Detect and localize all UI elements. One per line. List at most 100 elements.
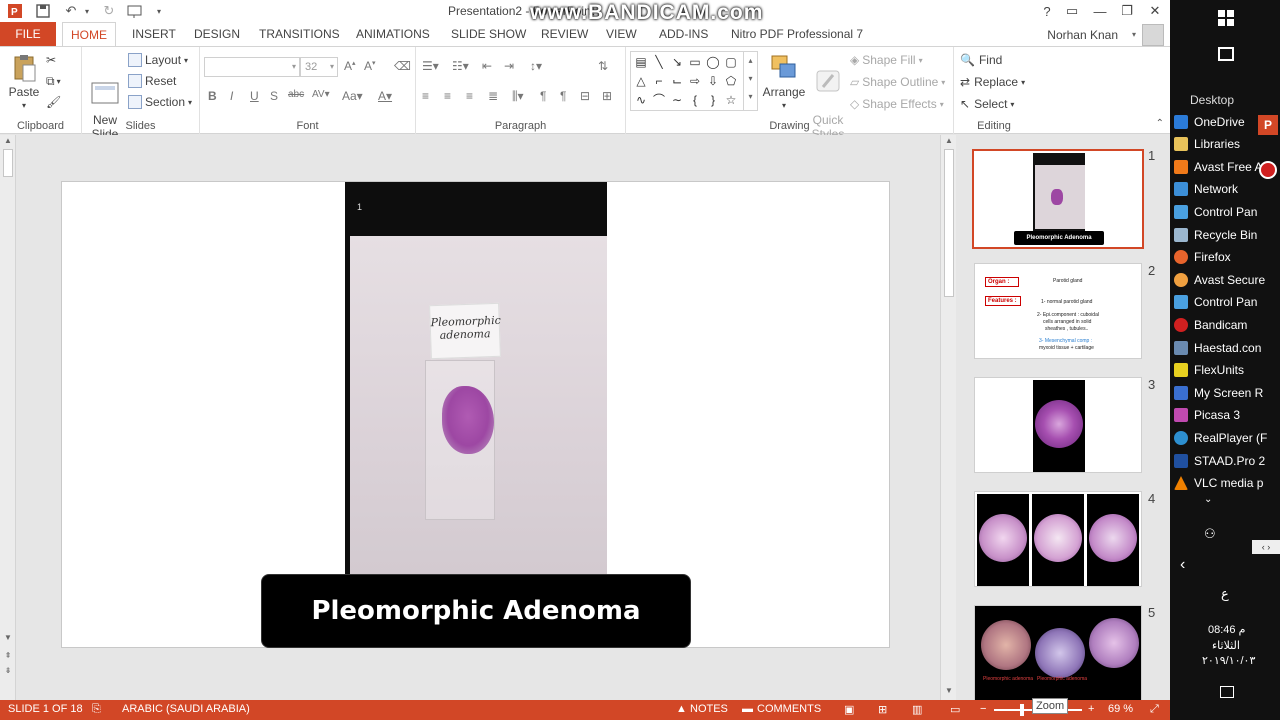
avatar[interactable] [1142,24,1164,46]
down-arrow-shape-icon[interactable]: ⇩ [705,73,721,89]
close-button[interactable]: ✕ [1143,0,1167,22]
desktop-item-my-screen-recorder[interactable]: My Screen R [1170,382,1280,404]
increase-indent-icon[interactable]: ⇥ [504,59,514,73]
tab-design[interactable]: DESIGN [194,22,240,46]
current-slide[interactable]: 1 Pleomorphic adenoma Pleomorphic Adenom… [61,181,890,648]
align-text-icon[interactable]: ⊟ [580,89,590,103]
layout-button[interactable]: Layout ▾ [128,53,188,67]
normal-view-icon[interactable]: ▣ [844,703,854,716]
user-name[interactable]: Norhan Knan [1047,28,1118,42]
bullets-icon[interactable]: ☰▾ [422,59,439,73]
desktop-item-realplayer[interactable]: RealPlayer (F [1170,427,1280,449]
shrink-font-icon[interactable]: A▾ [364,59,376,73]
underline-icon[interactable]: U [250,89,259,103]
cut-icon[interactable]: ✂ [46,53,56,67]
help-icon[interactable]: ? [1035,0,1059,22]
tab-review[interactable]: REVIEW [541,22,588,46]
change-case-icon[interactable]: Aa▾ [342,89,363,103]
desktop-item-firefox[interactable]: Firefox [1170,246,1280,268]
replace-button[interactable]: ⇄ Replace ▾ [960,75,1025,89]
wave-shape-icon[interactable]: ∼ [669,92,685,108]
keyboard-language[interactable]: ع [1221,586,1229,602]
slide-sorter-icon[interactable]: ⊞ [878,703,887,716]
comments-button[interactable]: COMMENTS [757,703,821,715]
tab-file[interactable]: FILE [0,22,56,46]
zoom-level[interactable]: 69 % [1108,703,1133,715]
decrease-indent-icon[interactable]: ⇤ [482,59,492,73]
elbow-shape-icon[interactable]: ⌙ [669,73,685,89]
slide-thumbnail-2[interactable]: Organ : Parotid gland Features : 1- norm… [974,263,1142,359]
tab-insert[interactable]: INSERT [132,22,176,46]
arrow-shape-icon[interactable]: ↘ [669,54,685,70]
desktop-item-libraries[interactable]: Libraries [1170,133,1280,155]
zoom-in-icon[interactable]: + [1088,703,1094,715]
task-view-icon[interactable] [1218,47,1234,61]
line-spacing-icon[interactable]: ↕▾ [530,59,542,73]
editor-scroll-up-icon[interactable]: ▲ [941,135,957,147]
select-button[interactable]: ↖ Select ▾ [960,97,1014,111]
find-button[interactable]: 🔍 Find [960,53,1002,67]
right-arrow-shape-icon[interactable]: ⇨ [687,73,703,89]
slide-thumbnail-3[interactable] [974,377,1142,473]
line-shape-icon[interactable]: ╲ [651,54,667,70]
shape-fill-button[interactable]: ◈ Shape Fill ▾ [850,53,923,67]
rtl-icon[interactable]: ¶ [560,89,566,103]
tab-add-ins[interactable]: ADD-INS [659,22,708,46]
paste-dropdown-icon[interactable]: ▾ [6,99,42,113]
slide-photo[interactable]: 1 Pleomorphic adenoma [345,182,607,574]
desktop-item-staad[interactable]: STAAD.Pro 2 [1170,450,1280,472]
tab-view[interactable]: VIEW [606,22,637,46]
bold-icon[interactable]: B [208,89,217,103]
ltr-icon[interactable]: ¶ [540,89,546,103]
smartart-icon[interactable]: ⊞ [602,89,612,103]
restore-button[interactable]: ❐ [1115,0,1139,22]
desktop-item-avast-secure[interactable]: Avast Secure [1170,269,1280,291]
connector-shape-icon[interactable]: ⌐ [651,73,667,89]
tab-slide-show[interactable]: SLIDE SHOW [451,22,526,46]
notifications-icon[interactable] [1220,686,1234,698]
align-left-icon[interactable]: ≡ [422,89,429,103]
slide-editor[interactable]: 1 Pleomorphic adenoma Pleomorphic Adenom… [16,135,940,700]
reset-button[interactable]: Reset [128,74,176,88]
caption-box[interactable]: Pleomorphic Adenoma [261,574,691,648]
desktop-item-picasa[interactable]: Picasa 3 [1170,404,1280,426]
desktop-item-control-panel[interactable]: Control Pan [1170,201,1280,223]
previous-slide-icon[interactable]: ⇞ [0,650,16,662]
editor-scroll-thumb[interactable] [944,149,954,297]
grow-font-icon[interactable]: A▴ [344,59,356,73]
flowchart-shape-icon[interactable]: ⬠ [723,73,739,89]
arc-shape-icon[interactable]: ⌒ [651,92,667,108]
redo-icon[interactable]: ↻ [100,2,118,20]
shape-outline-button[interactable]: ▱ Shape Outline ▾ [850,75,945,89]
arrange-button[interactable]: Arrange ▾ [762,53,806,113]
spelling-icon[interactable]: ⎘ [92,703,101,716]
reading-view-icon[interactable]: ▥ [912,703,922,716]
paste-button[interactable]: Paste ▾ [6,53,42,113]
customize-qat-icon[interactable]: ▾ [150,2,168,20]
font-size-field[interactable]: 32 ▾ [300,57,338,77]
align-right-icon[interactable]: ≡ [466,89,473,103]
clear-formatting-icon[interactable]: ⌫ [394,59,411,73]
people-icon[interactable]: ⚇ [1204,526,1216,542]
rounded-rect-shape-icon[interactable]: ▢ [723,54,739,70]
format-painter-icon[interactable]: 🖌 [46,95,61,109]
editor-scroll-down-icon[interactable]: ▼ [941,685,957,697]
brace-right-shape-icon[interactable]: } [705,92,721,108]
minimize-button[interactable]: — [1088,0,1112,22]
character-spacing-icon[interactable]: AV▾ [312,89,330,100]
copy-icon[interactable]: ⧉ ▾ [46,74,61,89]
section-button[interactable]: Section ▾ [128,95,192,109]
shadow-icon[interactable]: S [270,89,278,103]
triangle-shape-icon[interactable]: △ [633,73,649,89]
shapes-more-icon[interactable]: ▴ ▾ ▾ [743,52,757,110]
more-items-chevron-icon[interactable]: ⌄ [1204,494,1212,505]
curve-shape-icon[interactable]: ∿ [633,92,649,108]
ribbon-display-options-icon[interactable]: ▭ [1060,0,1084,22]
tab-animations[interactable]: ANIMATIONS [356,22,430,46]
strikethrough-icon[interactable]: abc [288,89,304,100]
desktop-item-vlc[interactable]: VLC media p [1170,472,1280,494]
slide-thumbnail-5[interactable]: Pleomorphic adenoma Pleomorphic adenoma [974,605,1142,700]
justify-icon[interactable]: ≣ [488,89,498,103]
star-shape-icon[interactable]: ☆ [723,92,739,108]
clock-time[interactable]: 08:46 م [1208,623,1245,636]
